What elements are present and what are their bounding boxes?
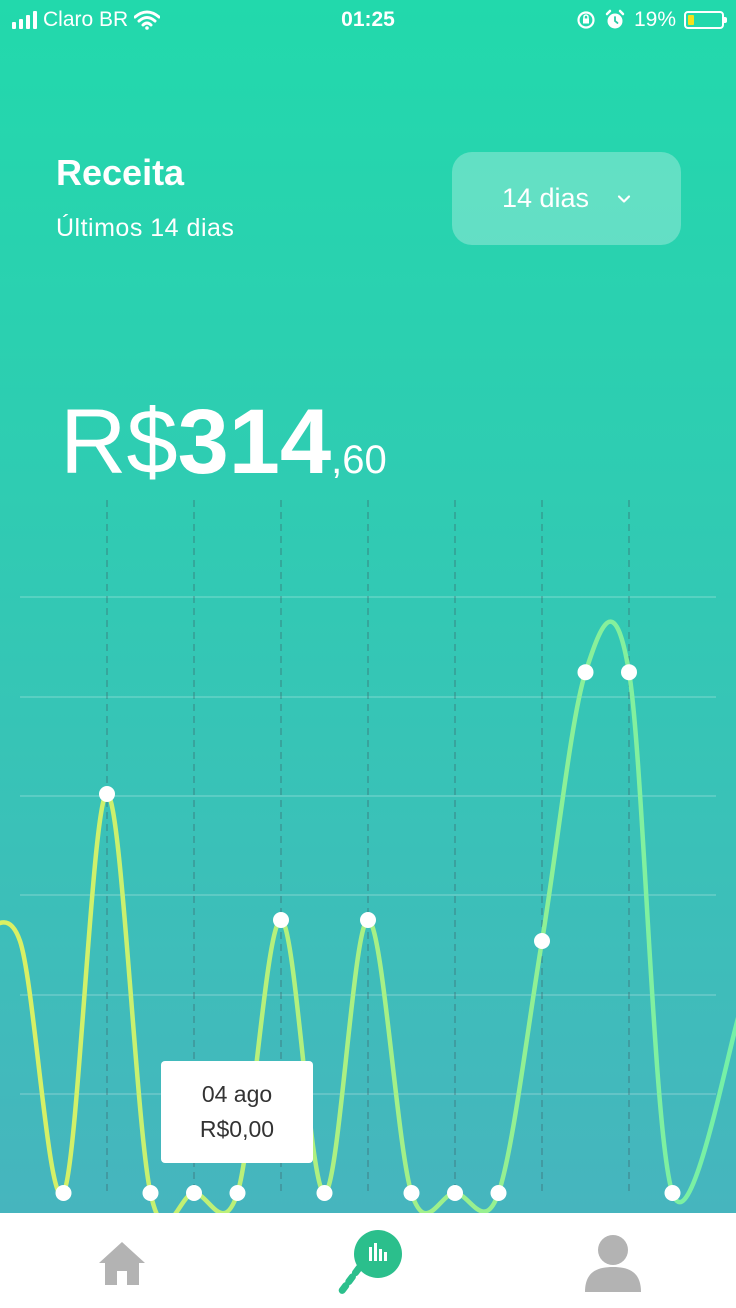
data-point — [316, 1185, 333, 1201]
amount-integer: 314 — [177, 391, 332, 493]
data-point — [142, 1185, 159, 1201]
data-point — [534, 933, 550, 949]
range-selector-button[interactable]: 14 dias — [452, 152, 681, 245]
data-point — [447, 1185, 463, 1201]
data-point — [99, 786, 115, 802]
nav-reports[interactable] — [328, 1223, 408, 1303]
tooltip-date: 04 ago — [201, 1081, 273, 1107]
home-icon — [99, 1242, 145, 1285]
alarm-icon — [605, 9, 625, 29]
bar-chart-icon — [337, 1230, 402, 1296]
page-title: Receita — [56, 152, 185, 193]
data-point — [360, 912, 376, 928]
battery-icon — [684, 11, 727, 29]
battery-percent: 19% — [633, 8, 676, 31]
chart-tooltip: 04 ago R$0,00 — [161, 1061, 313, 1163]
status-bar: Claro BR 01:25 19% — [0, 0, 736, 40]
revenue-amount: R$314,60 — [60, 390, 387, 495]
rotation-lock-icon — [577, 11, 595, 29]
data-point — [490, 1185, 507, 1201]
nav-profile[interactable] — [573, 1223, 653, 1303]
page-subtitle: Últimos 14 dias — [56, 214, 235, 242]
data-point — [55, 1185, 72, 1201]
data-point — [577, 664, 594, 681]
user-icon — [585, 1235, 641, 1292]
amount-decimal: ,60 — [331, 438, 387, 482]
data-point — [273, 912, 289, 928]
revenue-screen: Claro BR 01:25 19% Receita Últimos 14 di… — [0, 0, 736, 1213]
tooltip-value: R$0,00 — [199, 1116, 275, 1142]
data-point — [664, 1185, 681, 1201]
data-point — [621, 664, 637, 681]
bottom-nav — [0, 1213, 736, 1308]
amount-currency: R$ — [60, 391, 178, 493]
revenue-chart[interactable] — [0, 490, 736, 1213]
range-selector-label: 14 dias — [501, 183, 590, 213]
battery-level — [688, 15, 694, 25]
data-point — [403, 1185, 420, 1201]
data-point — [229, 1185, 246, 1201]
data-point — [186, 1185, 202, 1201]
chevron-down-icon — [617, 194, 631, 203]
status-right: 19% — [576, 8, 727, 32]
nav-home[interactable] — [82, 1223, 162, 1303]
